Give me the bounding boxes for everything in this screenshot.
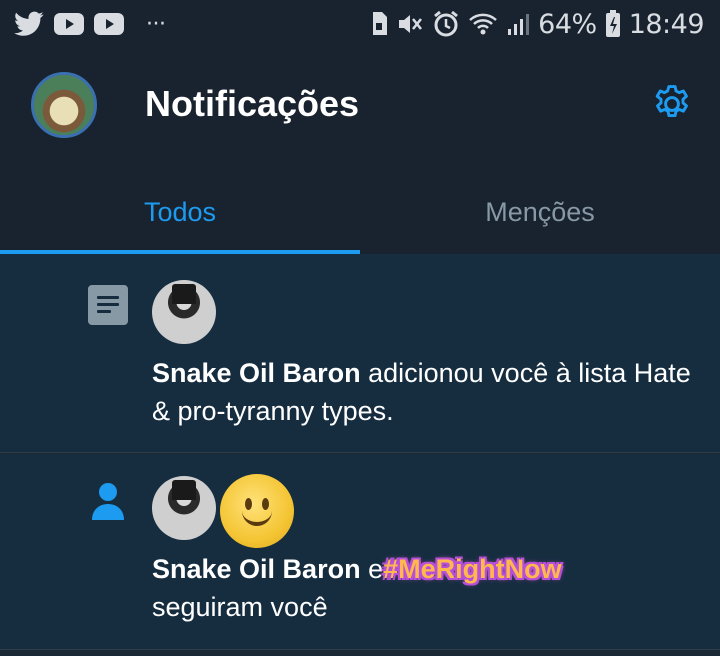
person-icon bbox=[90, 482, 126, 522]
notification-message: seguiram você bbox=[152, 592, 328, 622]
twitter-icon bbox=[14, 11, 44, 37]
wifi-icon bbox=[468, 11, 498, 37]
notification-item[interactable]: Snake Oil Baron adicionou você à lista H… bbox=[0, 254, 720, 453]
notification-text: Snake Oil Baron e#MeRightNow seguiram vo… bbox=[152, 550, 692, 626]
tab-bar: Todos Menções bbox=[0, 170, 720, 254]
mute-vibrate-icon bbox=[396, 11, 424, 37]
notification-item[interactable]: Snake Oil Baron e#MeRightNow seguiram vo… bbox=[0, 454, 720, 650]
battery-percent: 64% bbox=[538, 8, 597, 40]
signal-icon bbox=[506, 11, 530, 37]
youtube-icon bbox=[94, 13, 124, 35]
tab-mencoes[interactable]: Menções bbox=[360, 170, 720, 254]
tab-todos[interactable]: Todos bbox=[0, 170, 360, 254]
list-icon bbox=[88, 285, 128, 325]
alarm-icon bbox=[432, 10, 460, 38]
status-bar: ··· 64% 18:49 bbox=[0, 0, 720, 48]
tab-label: Menções bbox=[485, 196, 595, 227]
youtube-icon bbox=[54, 13, 84, 35]
notification-user[interactable]: Snake Oil Baron bbox=[152, 358, 361, 388]
user-avatar[interactable] bbox=[152, 280, 216, 344]
app-header: Notificações Todos Menções bbox=[0, 48, 720, 254]
more-notifications-dots: ··· bbox=[146, 11, 166, 37]
notification-other-user[interactable]: #MeRightNow bbox=[383, 554, 562, 584]
user-avatar[interactable] bbox=[152, 476, 216, 540]
page-title: Notificações bbox=[145, 83, 360, 124]
smiley-avatar[interactable] bbox=[220, 474, 294, 548]
sim-icon bbox=[370, 11, 388, 37]
clock-time: 18:49 bbox=[628, 8, 705, 40]
profile-avatar-button[interactable] bbox=[31, 72, 97, 138]
gear-icon bbox=[650, 82, 694, 131]
notification-user[interactable]: Snake Oil Baron bbox=[152, 554, 361, 584]
battery-charging-icon bbox=[605, 10, 621, 38]
status-bar-left: ··· bbox=[14, 11, 166, 37]
status-bar-right: 64% 18:49 bbox=[370, 8, 705, 40]
notification-text: Snake Oil Baron adicionou você à lista H… bbox=[152, 354, 692, 430]
settings-button[interactable] bbox=[648, 82, 696, 130]
tab-label: Todos bbox=[143, 196, 217, 227]
notification-joiner: e bbox=[360, 554, 384, 584]
